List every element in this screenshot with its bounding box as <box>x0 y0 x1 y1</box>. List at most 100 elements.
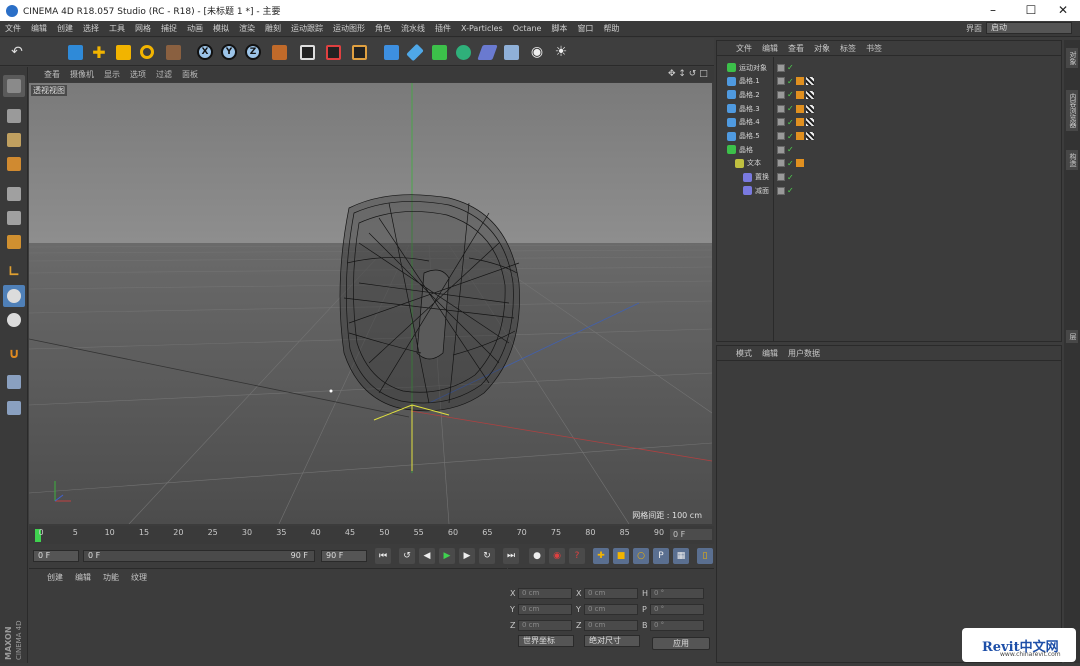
layer-checkbox[interactable] <box>777 186 785 195</box>
coordinate-system-icon[interactable] <box>268 41 290 63</box>
coord-value-field[interactable]: 0 cm <box>518 588 572 599</box>
object-row[interactable]: 晶格.2 <box>727 88 760 101</box>
layer-checkbox[interactable] <box>777 77 785 86</box>
object-name[interactable]: 文本 <box>747 158 761 168</box>
menu-item[interactable]: Octane <box>508 24 547 33</box>
menu-item[interactable]: 插件 <box>430 23 456 34</box>
apply-button[interactable]: 应用 <box>652 637 710 650</box>
key-rotation-icon[interactable]: ○ <box>633 548 649 564</box>
object-menu-item[interactable]: 书签 <box>861 43 887 54</box>
object-visibility-controls[interactable]: ✓ <box>777 63 796 72</box>
material-menu-item[interactable]: 功能 <box>97 572 125 583</box>
frame-range-slider[interactable]: 0 F 90 F <box>83 550 315 562</box>
light-icon[interactable]: ☀ <box>550 41 572 63</box>
model-mode-icon[interactable] <box>3 105 25 127</box>
menu-item[interactable]: 网格 <box>130 23 156 34</box>
live-select-icon[interactable] <box>64 41 86 63</box>
enabled-check-icon[interactable]: ✓ <box>787 159 794 168</box>
layer-checkbox[interactable] <box>777 104 785 113</box>
menu-item[interactable]: 运动图形 <box>328 23 370 34</box>
tag-icon[interactable] <box>795 118 804 127</box>
object-row[interactable]: 晶格.3 <box>727 102 760 115</box>
coord-value-field[interactable]: 0 ° <box>650 620 704 631</box>
axis-mode-icon[interactable]: ∟ <box>3 261 25 283</box>
attribute-menu-item[interactable]: 编辑 <box>757 348 783 359</box>
menu-item[interactable]: 流水线 <box>396 23 430 34</box>
object-name[interactable]: 运动对象 <box>739 63 767 73</box>
scale-icon[interactable] <box>112 41 134 63</box>
close-icon[interactable]: ✕ <box>1046 0 1080 21</box>
magnet-icon[interactable]: ∪ <box>3 343 25 365</box>
material-tag-icon[interactable] <box>805 77 814 86</box>
coord-mode-dropdown[interactable]: 世界坐标 <box>518 635 574 647</box>
auto-keying-icon[interactable]: ◉ <box>549 548 565 564</box>
tweak-mode-icon[interactable] <box>3 285 25 307</box>
planar-workplane-icon[interactable] <box>3 397 25 419</box>
menu-item[interactable]: 捕捉 <box>156 23 182 34</box>
tag-icon[interactable] <box>795 132 804 140</box>
layer-checkbox[interactable] <box>777 159 785 168</box>
previous-key-icon[interactable]: ↺ <box>399 548 415 564</box>
move-icon[interactable]: ✚ <box>88 41 110 63</box>
texture-mode-icon[interactable] <box>3 129 25 151</box>
menu-item[interactable]: 帮助 <box>598 23 624 34</box>
cloner-icon[interactable] <box>452 41 474 63</box>
key-position-icon[interactable]: ✚ <box>593 548 609 564</box>
viewport-menu-item[interactable]: 面板 <box>177 69 203 80</box>
viewport-menu-item[interactable]: 显示 <box>99 69 125 80</box>
render-view-icon[interactable] <box>296 41 318 63</box>
object-menu-item[interactable]: 编辑 <box>757 43 783 54</box>
attribute-menu-item[interactable]: 模式 <box>731 348 757 359</box>
object-row[interactable]: 晶格.5 <box>727 130 760 143</box>
attribute-menu-item[interactable]: 用户数据 <box>783 348 825 359</box>
viewport-menu-item[interactable]: 摄像机 <box>65 69 99 80</box>
object-name[interactable]: 减面 <box>755 186 769 196</box>
layout-dropdown[interactable]: 启动 <box>986 22 1072 34</box>
menu-item[interactable]: 创建 <box>52 23 78 34</box>
deformer-icon[interactable] <box>476 41 498 63</box>
layer-checkbox[interactable] <box>777 63 785 72</box>
object-row[interactable]: 减面 <box>743 184 769 197</box>
key-point-level-icon[interactable]: ▦ <box>673 548 689 564</box>
enabled-check-icon[interactable]: ✓ <box>787 145 794 154</box>
coord-value-field[interactable]: 0 cm <box>518 620 572 631</box>
pen-spline-icon[interactable] <box>404 41 426 63</box>
cube-primitive-icon[interactable] <box>380 41 402 63</box>
subdivision-surface-icon[interactable] <box>428 41 450 63</box>
menu-item[interactable]: 脚本 <box>546 23 572 34</box>
timeline-window-icon[interactable]: ▯ <box>697 548 713 564</box>
current-frame-field[interactable]: 0 F <box>670 529 712 540</box>
object-name[interactable]: 晶格.2 <box>739 90 760 100</box>
previous-frame-icon[interactable]: ◀ <box>419 548 435 564</box>
menu-item[interactable]: 渲染 <box>234 23 260 34</box>
layer-checkbox[interactable] <box>777 118 785 127</box>
object-name[interactable]: 晶格.4 <box>739 117 760 127</box>
make-editable-icon[interactable] <box>3 75 25 97</box>
workplane-icon[interactable] <box>3 153 25 175</box>
edges-mode-icon[interactable] <box>3 207 25 229</box>
recent-tool-icon[interactable] <box>162 41 184 63</box>
object-name[interactable]: 晶格.3 <box>739 104 760 114</box>
object-name[interactable]: 晶格.1 <box>739 76 760 86</box>
layout-selector[interactable]: 界面 启动 <box>966 22 1072 34</box>
coord-value-field[interactable]: 0 cm <box>584 620 638 631</box>
menu-item[interactable]: 雕刻 <box>260 23 286 34</box>
object-row[interactable]: 晶格.4 <box>727 116 760 129</box>
viewport-nav-icons[interactable]: ✥ ↕ ↺ □ <box>668 69 708 79</box>
enabled-check-icon[interactable]: ✓ <box>787 186 794 195</box>
material-tag-icon[interactable] <box>805 132 814 140</box>
material-tag-icon[interactable] <box>805 118 814 127</box>
rotate-icon[interactable] <box>136 41 158 63</box>
floor-icon[interactable] <box>500 41 522 63</box>
coord-value-field[interactable]: 0 ° <box>650 588 704 599</box>
record-keys-icon[interactable]: ● <box>529 548 545 564</box>
enabled-check-icon[interactable]: ✓ <box>787 90 794 99</box>
next-frame-icon[interactable]: ▶ <box>459 548 475 564</box>
enabled-check-icon[interactable]: ✓ <box>787 118 794 127</box>
layer-checkbox[interactable] <box>777 145 785 154</box>
object-name[interactable]: 晶格.5 <box>739 131 760 141</box>
menu-item[interactable]: X-Particles <box>456 24 508 33</box>
material-menu-item[interactable]: 编辑 <box>69 572 97 583</box>
points-mode-icon[interactable] <box>3 183 25 205</box>
maximize-icon[interactable]: ☐ <box>1014 0 1048 21</box>
